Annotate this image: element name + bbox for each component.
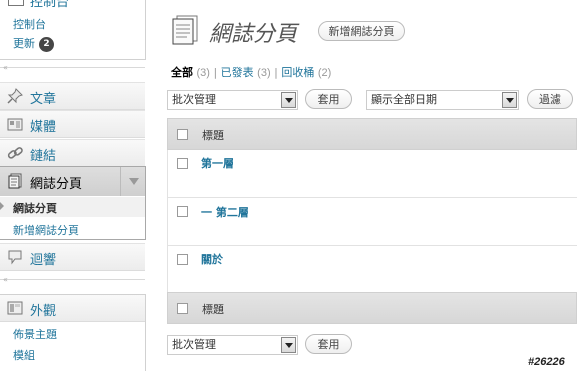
select-all-checkbox[interactable] <box>177 129 188 140</box>
dropdown-arrow-icon <box>502 92 517 108</box>
menu-separator: « <box>0 275 145 284</box>
table-row: 一 第二層 <box>167 198 577 246</box>
comment-icon <box>8 250 22 265</box>
row-checkbox[interactable] <box>177 254 188 265</box>
page-title: 網誌分頁 <box>209 22 298 47</box>
bulk-actions-value-bottom: 批次管理 <box>172 338 216 351</box>
table-footer: 標題 <box>167 292 577 324</box>
column-title-header[interactable]: 標題 <box>202 127 224 143</box>
appearance-menu-group: 外觀 佈景主題 模組 <box>0 294 146 371</box>
dashboard-group: 控制台 控制台 更新 2 <box>0 0 146 60</box>
sidebar-item-links[interactable]: 鏈結 <box>0 139 145 167</box>
submenu-current-row: 網誌分頁 <box>0 197 145 217</box>
triangle-down-icon <box>129 178 139 185</box>
add-new-page-button[interactable]: 新增網誌分頁 <box>318 21 405 41</box>
bulk-actions-value: 批次管理 <box>172 93 216 106</box>
current-arrow-icon <box>0 202 4 210</box>
sidebar-item-media[interactable]: 媒體 <box>0 110 145 138</box>
dropdown-arrow-icon <box>281 337 296 353</box>
sidebar-item-links-label: 鏈結 <box>30 149 57 164</box>
sidebar-item-pages[interactable]: 網誌分頁 <box>0 167 145 196</box>
sidebar-item-comments[interactable]: 迴響 <box>0 243 145 271</box>
filter-published-count: (3) <box>257 67 271 79</box>
pushpin-icon <box>7 88 23 104</box>
filter-trash-count: (2) <box>317 67 332 79</box>
appearance-icon <box>7 301 23 315</box>
date-filter-select[interactable]: 顯示全部日期 <box>366 90 519 110</box>
sidebar-item-posts-label: 文章 <box>30 92 57 107</box>
date-filter-value: 顯示全部日期 <box>371 93 437 106</box>
sidebar-item-media-label: 媒體 <box>30 120 57 135</box>
filter-published[interactable]: 已發表 <box>221 66 254 79</box>
submenu-updates-label: 更新 <box>13 37 35 50</box>
row-checkbox[interactable] <box>177 206 188 217</box>
pages-menu-group: 網誌分頁 網誌分頁 新增網誌分頁 <box>0 166 146 240</box>
table-row: 第一層 <box>167 150 577 198</box>
sidebar-item-comments-label: 迴響 <box>30 253 57 268</box>
filter-button[interactable]: 過濾 <box>527 89 573 109</box>
page-title-link[interactable]: 一 第二層 <box>201 204 249 220</box>
link-icon <box>7 147 23 159</box>
menu-separator: « <box>0 63 145 72</box>
table-header: 標題 <box>167 118 577 150</box>
filter-all-count: (3) <box>196 67 210 79</box>
status-filter-links: 全部 (3) | 已發表 (3) | 回收桶 (2) <box>171 64 331 80</box>
submenu-add-new-page[interactable]: 新增網誌分頁 <box>13 222 79 238</box>
bulk-actions-select-bottom[interactable]: 批次管理 <box>167 335 298 355</box>
pages-header-icon <box>172 15 198 45</box>
filter-all[interactable]: 全部 <box>171 66 193 79</box>
page-title-link[interactable]: 第一層 <box>201 155 234 171</box>
filter-separator: | <box>274 66 278 79</box>
sidebar-item-appearance[interactable]: 外觀 <box>0 295 145 322</box>
dashboard-icon <box>8 0 24 6</box>
select-all-checkbox-footer[interactable] <box>177 303 188 314</box>
row-checkbox[interactable] <box>177 158 188 169</box>
pages-icon <box>8 173 22 189</box>
image-watermark: #26226 <box>528 356 565 368</box>
apply-button[interactable]: 套用 <box>305 89 352 109</box>
sidebar-item-dashboard[interactable]: 控制台 <box>30 0 69 10</box>
bulk-actions-select[interactable]: 批次管理 <box>167 90 298 110</box>
submenu-widgets[interactable]: 模組 <box>13 347 35 363</box>
submenu-updates[interactable]: 更新 2 <box>13 35 54 52</box>
sidebar-item-pages-label: 網誌分頁 <box>30 177 83 192</box>
page-title-link[interactable]: 關於 <box>201 251 223 267</box>
admin-sidebar: 控制台 控制台 更新 2 « 文章 媒體 鏈結 網誌分頁 網誌分頁 新增網誌分頁… <box>0 0 147 371</box>
sidebar-item-appearance-label: 外觀 <box>30 304 57 319</box>
dropdown-arrow-icon <box>281 92 296 108</box>
table-row: 關於 <box>167 246 577 294</box>
submenu-dashboard[interactable]: 控制台 <box>13 16 46 32</box>
update-count-badge: 2 <box>39 36 54 52</box>
apply-button-bottom[interactable]: 套用 <box>305 334 352 354</box>
column-title-footer[interactable]: 標題 <box>202 301 224 317</box>
media-icon <box>7 118 23 131</box>
filter-trash[interactable]: 回收桶 <box>281 66 314 79</box>
filter-separator: | <box>213 66 218 79</box>
submenu-all-pages[interactable]: 網誌分頁 <box>13 200 57 216</box>
sidebar-item-posts[interactable]: 文章 <box>0 82 145 110</box>
submenu-themes[interactable]: 佈景主題 <box>13 326 57 342</box>
submenu-toggle[interactable] <box>120 167 146 196</box>
